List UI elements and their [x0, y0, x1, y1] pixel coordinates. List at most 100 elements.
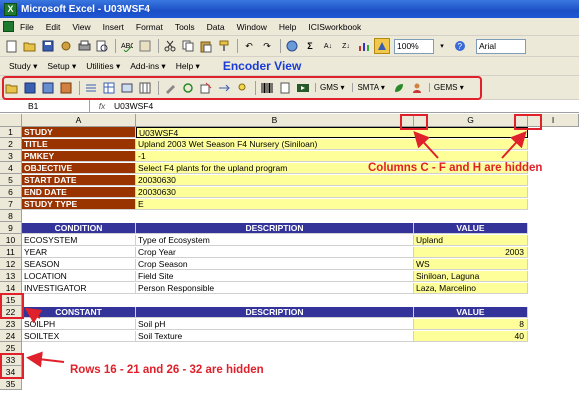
row-header[interactable]: 4	[0, 162, 22, 174]
constant-name[interactable]: SOILTEX	[22, 331, 136, 342]
row-header[interactable]: 35	[0, 378, 22, 390]
undo-icon[interactable]: ↶	[241, 38, 257, 54]
title-label[interactable]: TITLE	[22, 139, 136, 150]
title-value[interactable]: Upland 2003 Wet Season F4 Nursery (Sinil…	[136, 139, 528, 150]
condition-description[interactable]: Crop Year	[136, 247, 414, 258]
condition-description[interactable]: Type of Ecosystem	[136, 235, 414, 246]
study-type-value[interactable]: E	[136, 199, 528, 210]
menu-edit[interactable]: Edit	[40, 22, 67, 32]
permission-icon[interactable]	[58, 38, 74, 54]
condition-description[interactable]: Person Responsible	[136, 283, 414, 294]
end-date-label[interactable]: END DATE	[22, 187, 136, 198]
spelling-icon[interactable]: ABC	[119, 38, 135, 54]
font-name-select[interactable]: Arial	[476, 38, 526, 54]
paste-icon[interactable]	[198, 38, 214, 54]
new-icon[interactable]	[4, 38, 20, 54]
condition-name[interactable]: LOCATION	[22, 271, 136, 282]
sort-ascending-icon[interactable]: A↓	[320, 38, 336, 54]
row-header[interactable]: 1	[0, 127, 22, 138]
condition-name[interactable]: ECOSYSTEM	[22, 235, 136, 246]
sort-descending-icon[interactable]: Z↓	[338, 38, 354, 54]
autosum-icon[interactable]: Σ	[302, 38, 318, 54]
condition-name[interactable]: SEASON	[22, 259, 136, 270]
row-header[interactable]: 23	[0, 318, 22, 330]
column-header-g[interactable]: G	[414, 114, 528, 127]
constant-description[interactable]: Soil pH	[136, 319, 414, 330]
row-header[interactable]: 5	[0, 174, 22, 186]
name-box[interactable]: B1	[0, 99, 90, 113]
condition-value[interactable]: WS	[414, 259, 528, 270]
menu-window[interactable]: Window	[231, 22, 273, 32]
row-header[interactable]: 3	[0, 150, 22, 162]
row-header[interactable]: 13	[0, 270, 22, 282]
select-all-corner[interactable]	[0, 114, 22, 127]
open-icon[interactable]	[22, 38, 38, 54]
condition-name[interactable]: INVESTIGATOR	[22, 283, 136, 294]
menu-view[interactable]: View	[66, 22, 96, 32]
research-icon[interactable]	[137, 38, 153, 54]
pmkey-value[interactable]: -1	[136, 151, 528, 162]
condition-name[interactable]: YEAR	[22, 247, 136, 258]
row-header[interactable]: 6	[0, 186, 22, 198]
addins-menu[interactable]: Add-ins ▾	[125, 61, 170, 72]
constant-value[interactable]: 40	[414, 331, 528, 342]
zoom-dropdown-icon[interactable]: ▾	[434, 38, 450, 54]
condition-description[interactable]: Crop Season	[136, 259, 414, 270]
copy-icon[interactable]	[180, 38, 196, 54]
hyperlink-icon[interactable]	[284, 38, 300, 54]
drawing-icon[interactable]	[374, 38, 390, 54]
menu-tools[interactable]: Tools	[169, 22, 201, 32]
study-type-label[interactable]: STUDY TYPE	[22, 199, 136, 210]
row-header[interactable]: 24	[0, 330, 22, 342]
condition-value[interactable]: Upland	[414, 235, 528, 246]
fx-icon[interactable]: fx	[90, 101, 114, 111]
help-icon[interactable]: ?	[452, 38, 468, 54]
chart-wizard-icon[interactable]	[356, 38, 372, 54]
condition-value[interactable]: 2003	[414, 247, 528, 258]
condition-value[interactable]: Laza, Marcelino	[414, 283, 528, 294]
row-header[interactable]: 12	[0, 258, 22, 270]
study-menu[interactable]: Study ▾	[4, 61, 42, 72]
start-date-value[interactable]: 20030630	[136, 175, 528, 186]
menu-format[interactable]: Format	[130, 22, 169, 32]
utilities-menu[interactable]: Utilities ▾	[81, 61, 125, 72]
row-header[interactable]: 11	[0, 246, 22, 258]
redo-icon[interactable]: ↷	[259, 38, 275, 54]
constant-value[interactable]: 8	[414, 319, 528, 330]
menu-insert[interactable]: Insert	[97, 22, 130, 32]
study-value[interactable]: U03WSF4	[136, 127, 528, 138]
row-header[interactable]: 10	[0, 234, 22, 246]
study-label[interactable]: STUDY	[22, 127, 136, 138]
row-header[interactable]: 2	[0, 138, 22, 150]
print-preview-icon[interactable]	[94, 38, 110, 54]
menu-file[interactable]: File	[14, 22, 40, 32]
condition-description[interactable]: Field Site	[136, 271, 414, 282]
objective-label[interactable]: OBJECTIVE	[22, 163, 136, 174]
column-header-b[interactable]: B	[136, 114, 414, 127]
pmkey-label[interactable]: PMKEY	[22, 151, 136, 162]
addins-toolbar: Study ▾ Setup ▾ Utilities ▾ Add-ins ▾ He…	[0, 57, 579, 76]
formula-content[interactable]: U03WSF4	[114, 101, 153, 111]
worksheet-grid[interactable]: A B G I 1 2 3 4 5 6 7 8 9 10 11 12 13 14…	[0, 114, 579, 404]
end-date-value[interactable]: 20030630	[136, 187, 528, 198]
column-header-a[interactable]: A	[22, 114, 136, 127]
setup-menu[interactable]: Setup ▾	[42, 61, 81, 72]
condition-value[interactable]: Siniloan, Laguna	[414, 271, 528, 282]
row-header[interactable]: 9	[0, 222, 22, 234]
cut-icon[interactable]	[162, 38, 178, 54]
save-icon[interactable]	[40, 38, 56, 54]
print-icon[interactable]	[76, 38, 92, 54]
zoom-select[interactable]: 100%	[394, 38, 434, 54]
help-menu-addin[interactable]: Help ▾	[171, 61, 205, 72]
svg-text:?: ?	[458, 42, 463, 51]
constant-description[interactable]: Soil Texture	[136, 331, 414, 342]
workbook-icon[interactable]	[2, 20, 14, 33]
row-header[interactable]: 8	[0, 210, 22, 222]
menu-data[interactable]: Data	[201, 22, 231, 32]
format-painter-icon[interactable]	[216, 38, 232, 54]
start-date-label[interactable]: START DATE	[22, 175, 136, 186]
constant-name[interactable]: SOILPH	[22, 319, 136, 330]
menu-icisworkbook[interactable]: ICISworkbook	[302, 22, 367, 32]
row-header[interactable]: 7	[0, 198, 22, 210]
menu-help[interactable]: Help	[273, 22, 302, 32]
